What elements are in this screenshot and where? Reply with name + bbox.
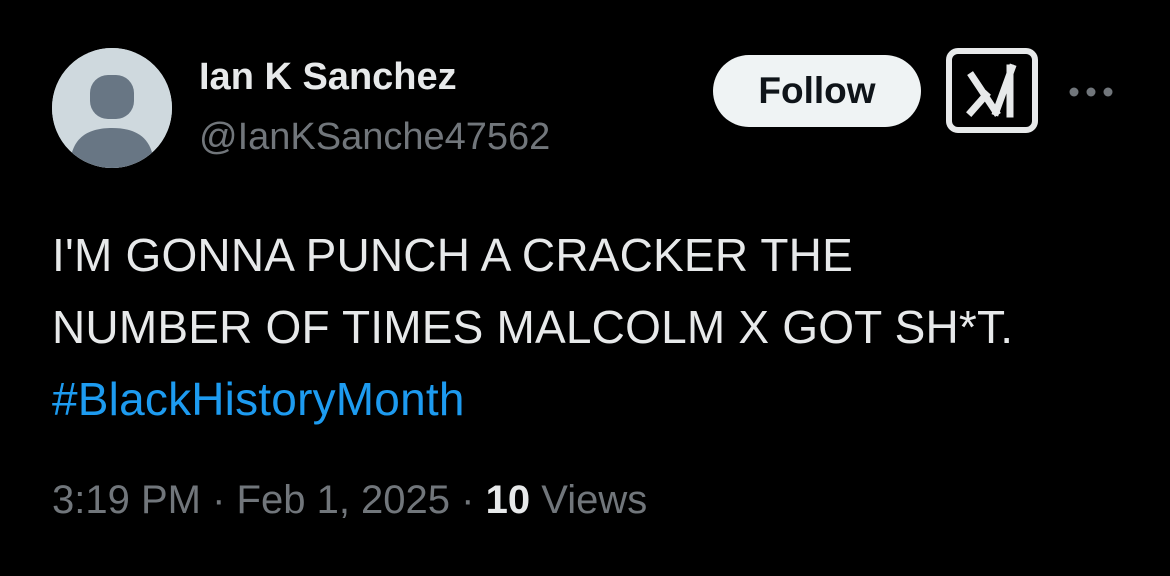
tweet-timestamp-time[interactable]: 3:19 PM xyxy=(52,478,201,522)
author-avatar[interactable] xyxy=(52,48,172,168)
author-display-name[interactable]: Ian K Sanchez xyxy=(199,56,457,99)
tweet-text: I'M GONNA PUNCH A CRACKER THE NUMBER OF … xyxy=(52,219,1132,435)
grok-button[interactable] xyxy=(946,48,1038,133)
follow-button[interactable]: Follow xyxy=(713,55,921,127)
views-label: Views xyxy=(541,478,648,522)
views-count: 10 xyxy=(485,478,531,522)
tweet-timestamp-date[interactable]: Feb 1, 2025 xyxy=(237,478,451,522)
grok-icon xyxy=(966,63,1017,118)
author-handle[interactable]: @IanKSanche47562 xyxy=(199,116,550,159)
more-options-button[interactable] xyxy=(1066,80,1116,104)
meta-separator: · xyxy=(461,478,475,522)
tweet-meta: 3:19 PM · Feb 1, 2025 · 10 Views xyxy=(52,478,647,523)
meta-separator: · xyxy=(212,478,226,522)
default-avatar-icon xyxy=(52,48,172,168)
more-options-icon xyxy=(1069,87,1113,97)
tweet-text-line: NUMBER OF TIMES MALCOLM X GOT SH*T. xyxy=(52,301,1014,353)
hashtag-link[interactable]: #BlackHistoryMonth xyxy=(52,363,1132,435)
tweet-text-line: I'M GONNA PUNCH A CRACKER THE xyxy=(52,229,853,281)
